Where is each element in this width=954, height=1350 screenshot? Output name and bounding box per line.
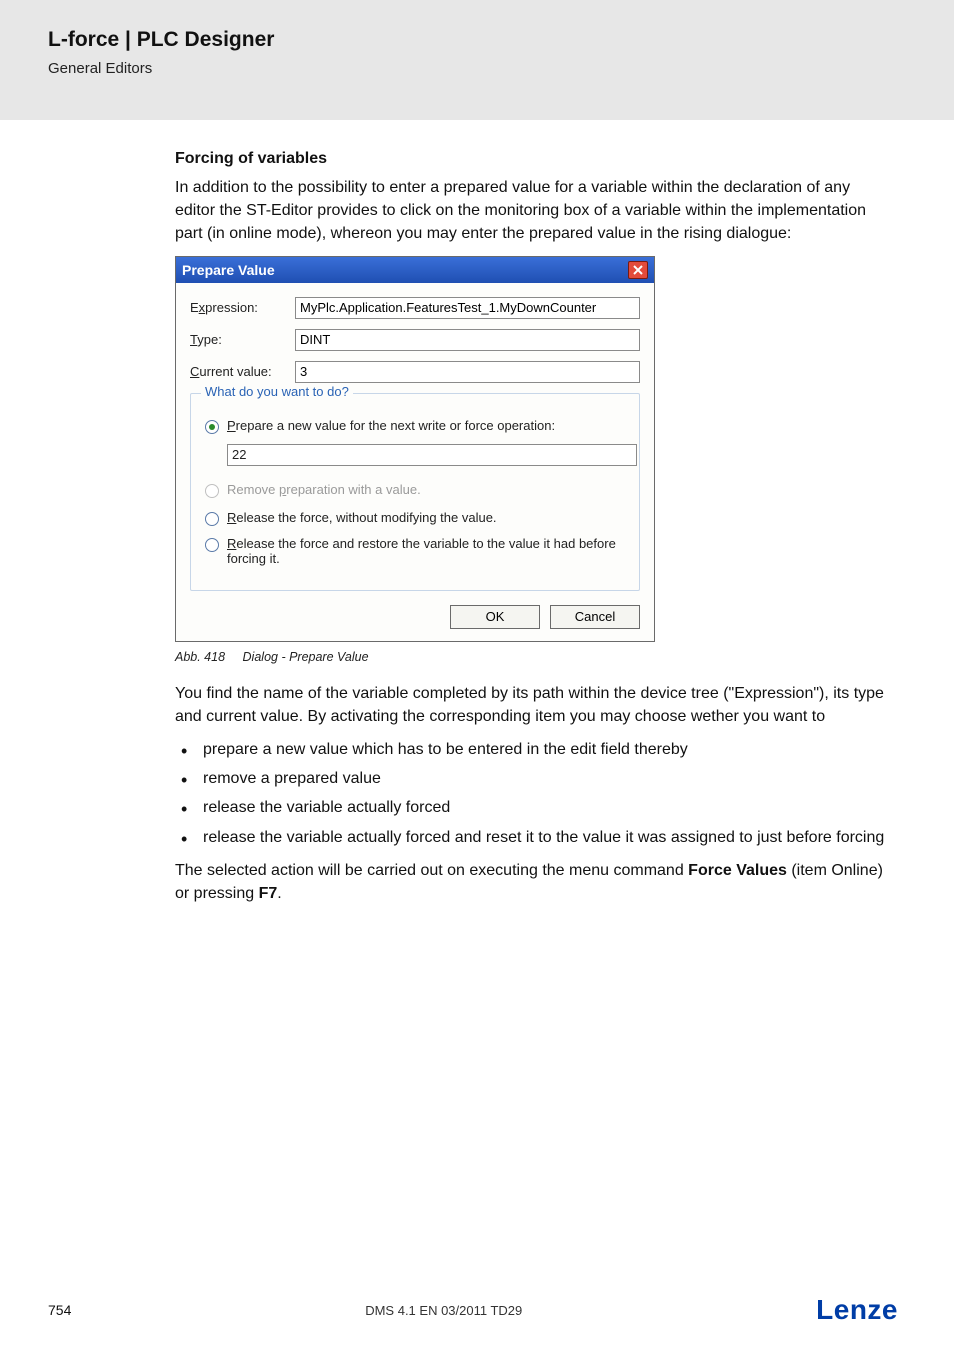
radio-restore-label: Release the force and restore the variab… xyxy=(227,536,625,566)
list-item: release the variable actually forced and… xyxy=(175,826,894,849)
radio-remove-label: Remove preparation with a value. xyxy=(227,482,421,497)
row-type: Type: xyxy=(190,329,640,351)
document-id: DMS 4.1 EN 03/2011 TD29 xyxy=(365,1303,522,1318)
list-item: remove a prepared value xyxy=(175,767,894,790)
radio-release-label: Release the force, without modifying the… xyxy=(227,510,497,525)
groupbox-options: What do you want to do? Prepare a new va… xyxy=(190,393,640,591)
para3-pre: The selected action will be carried out … xyxy=(175,862,688,879)
lenze-logo: Lenze xyxy=(816,1294,898,1326)
cancel-button[interactable]: Cancel xyxy=(550,605,640,629)
caption-text: Dialog - Prepare Value xyxy=(243,650,369,664)
intro-paragraph: In addition to the possibility to enter … xyxy=(175,176,894,246)
radio-release[interactable]: Release the force, without modifying the… xyxy=(205,510,625,526)
groupbox-legend: What do you want to do? xyxy=(201,384,353,399)
section-name: General Editors xyxy=(48,60,954,77)
para-explain: You find the name of the variable comple… xyxy=(175,682,894,728)
radio-icon xyxy=(205,538,219,552)
radio-prepare[interactable]: Prepare a new value for the next write o… xyxy=(205,418,625,434)
prepare-value-dialog: Prepare Value Expression: Type: Current … xyxy=(175,256,655,642)
list-item: prepare a new value which has to be ente… xyxy=(175,738,894,761)
label-expression: Expression: xyxy=(190,300,295,315)
row-current: Current value: xyxy=(190,361,640,383)
product-title: L-force | PLC Designer xyxy=(48,28,954,52)
caption-number: Abb. 418 xyxy=(175,650,225,664)
radio-remove: Remove preparation with a value. xyxy=(205,482,625,498)
close-icon[interactable] xyxy=(628,261,648,279)
prepare-value-input[interactable] xyxy=(227,444,637,466)
page-footer: 754 DMS 4.1 EN 03/2011 TD29 Lenze xyxy=(0,1294,954,1326)
f7-key: F7 xyxy=(259,885,278,902)
list-item: release the variable actually forced xyxy=(175,796,894,819)
radio-prepare-label: Prepare a new value for the next write o… xyxy=(227,418,555,433)
para-action: The selected action will be carried out … xyxy=(175,859,894,905)
dialog-buttons: OK Cancel xyxy=(190,605,640,629)
label-type: Type: xyxy=(190,332,295,347)
bullet-list: prepare a new value which has to be ente… xyxy=(175,738,894,849)
radio-icon xyxy=(205,420,219,434)
row-expression: Expression: xyxy=(190,297,640,319)
dialog-body: Expression: Type: Current value: What do… xyxy=(176,283,654,641)
radio-icon xyxy=(205,484,219,498)
para3-end: . xyxy=(277,885,281,902)
page-content: Forcing of variables In addition to the … xyxy=(0,120,954,905)
dialog-titlebar: Prepare Value xyxy=(176,257,654,283)
heading-forcing: Forcing of variables xyxy=(175,150,894,168)
ok-button[interactable]: OK xyxy=(450,605,540,629)
page-number: 754 xyxy=(48,1302,71,1318)
force-values-cmd: Force Values xyxy=(688,862,787,879)
label-current: Current value: xyxy=(190,364,295,379)
type-field[interactable] xyxy=(295,329,640,351)
page-header: L-force | PLC Designer General Editors xyxy=(0,0,954,120)
expression-field[interactable] xyxy=(295,297,640,319)
radio-restore[interactable]: Release the force and restore the variab… xyxy=(205,536,625,566)
figure-caption: Abb. 418 Dialog - Prepare Value xyxy=(175,650,894,664)
dialog-title-text: Prepare Value xyxy=(182,262,275,278)
current-value-field[interactable] xyxy=(295,361,640,383)
radio-icon xyxy=(205,512,219,526)
